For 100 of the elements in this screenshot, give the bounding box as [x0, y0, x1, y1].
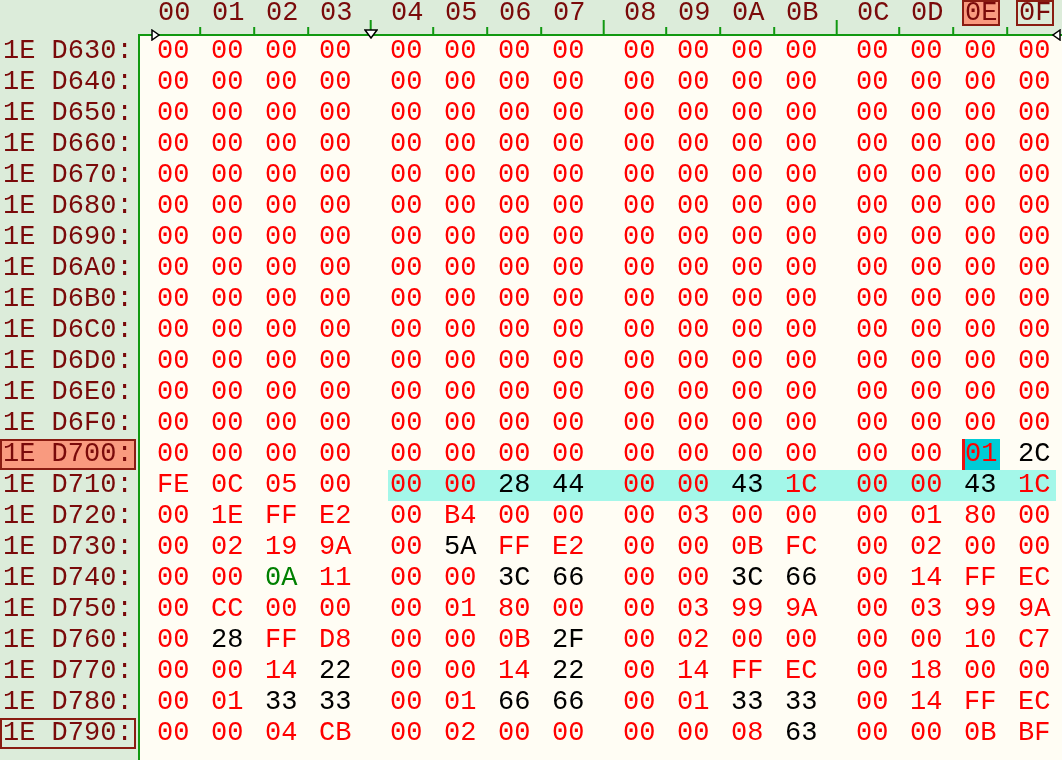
hex-byte: 00	[390, 162, 423, 189]
hex-byte: 00	[390, 317, 423, 344]
hex-byte: 01	[677, 689, 710, 716]
hex-byte: 00	[677, 441, 710, 468]
hex-byte: 00	[498, 38, 531, 65]
row-address: 1E D6E0:	[2, 377, 134, 408]
hex-byte: 33	[319, 689, 352, 716]
hex-byte: 00	[677, 38, 710, 65]
hex-byte: 00	[623, 565, 656, 592]
hex-byte: 00	[265, 441, 298, 468]
hex-byte: 00	[211, 410, 244, 437]
hex-byte: 00	[623, 348, 656, 375]
hex-byte: 00	[265, 100, 298, 127]
hex-byte: 00	[785, 193, 818, 220]
hex-byte: 02	[444, 720, 477, 747]
hex-byte: 00	[552, 131, 585, 158]
triangle-right-icon[interactable]	[151, 29, 160, 41]
hex-byte: 00	[552, 255, 585, 282]
hex-byte: 00	[1018, 317, 1051, 344]
hex-byte: 00	[910, 100, 943, 127]
hex-byte: 00	[677, 410, 710, 437]
hex-byte: 00	[157, 193, 190, 220]
column-header: 0F	[1016, 0, 1055, 26]
hex-byte: 00	[552, 410, 585, 437]
hex-byte: 22	[552, 658, 585, 685]
hex-byte: 08	[731, 720, 764, 747]
hex-byte: 0B	[498, 627, 531, 654]
hex-byte: 00	[498, 410, 531, 437]
hex-byte: 00	[498, 131, 531, 158]
hex-byte: 00	[623, 379, 656, 406]
hex-byte: 00	[157, 69, 190, 96]
column-header: 0E	[962, 0, 1001, 26]
triangle-down-icon[interactable]	[363, 29, 378, 39]
hex-byte: 99	[731, 596, 764, 623]
hex-byte: 00	[390, 720, 423, 747]
row-address: 1E D790:	[0, 718, 136, 749]
hex-byte: 00	[1018, 255, 1051, 282]
hex-byte: 00	[910, 410, 943, 437]
hex-byte: FF	[731, 658, 764, 685]
row-address: 1E D720:	[2, 501, 134, 532]
hex-byte: 00	[211, 131, 244, 158]
hex-byte: 00	[677, 131, 710, 158]
hex-byte: 00	[785, 69, 818, 96]
row-address: 1E D710:	[2, 470, 134, 501]
hex-byte: 00	[390, 689, 423, 716]
hex-byte: 00	[910, 379, 943, 406]
hex-byte: 9A	[319, 534, 352, 561]
hex-byte: 00	[731, 100, 764, 127]
row-address: 1E D6C0:	[2, 315, 134, 346]
hex-byte: 00	[1018, 38, 1051, 65]
hex-byte: 00	[731, 224, 764, 251]
hex-byte: 66	[552, 565, 585, 592]
hex-byte: 00	[390, 348, 423, 375]
hex-byte: 00	[390, 596, 423, 623]
hex-byte: EC	[785, 658, 818, 685]
hex-byte: 00	[910, 224, 943, 251]
hex-byte: 00	[211, 255, 244, 282]
triangle-left-icon[interactable]	[1052, 29, 1061, 41]
hex-byte: 00	[157, 162, 190, 189]
hex-byte: 00	[157, 534, 190, 561]
hex-byte: 00	[552, 193, 585, 220]
hex-byte: 00	[623, 255, 656, 282]
column-header: 0D	[910, 0, 945, 26]
hex-byte: B4	[444, 503, 477, 530]
hex-byte: 00	[1018, 534, 1051, 561]
hex-byte: 00	[390, 565, 423, 592]
hex-byte: 00	[731, 255, 764, 282]
hex-byte: BF	[1018, 720, 1051, 747]
hex-byte: 1C	[785, 472, 818, 499]
row-address: 1E D690:	[2, 222, 134, 253]
hex-byte: 00	[552, 441, 585, 468]
hex-byte: 00	[856, 627, 889, 654]
hex-byte: 00	[157, 286, 190, 313]
hex-byte: 01	[211, 689, 244, 716]
hex-byte: 00	[785, 162, 818, 189]
row-address: 1E D760:	[2, 625, 134, 656]
hex-byte: 00	[677, 255, 710, 282]
hex-byte: 00	[785, 441, 818, 468]
hex-byte: 00	[1018, 131, 1051, 158]
hex-byte: 66	[498, 689, 531, 716]
hex-byte: 00	[444, 255, 477, 282]
hex-byte: 00	[785, 348, 818, 375]
hex-byte: 33	[731, 689, 764, 716]
hex-byte: 00	[785, 224, 818, 251]
hex-byte: 00	[390, 224, 423, 251]
column-header: 0C	[856, 0, 891, 26]
hex-byte: 00	[677, 100, 710, 127]
row-address: 1E D780:	[2, 687, 134, 718]
hex-byte: 44	[552, 472, 585, 499]
hex-byte: 00	[157, 565, 190, 592]
hex-byte: 00	[157, 503, 190, 530]
hex-byte: 00	[157, 131, 190, 158]
hex-byte: 00	[623, 224, 656, 251]
hex-byte: 00	[856, 224, 889, 251]
hex-byte: 28	[211, 627, 244, 654]
row-address: 1E D6A0:	[2, 253, 134, 284]
hex-byte: 03	[677, 596, 710, 623]
hex-byte: 43	[731, 472, 764, 499]
hex-byte: 00	[623, 472, 656, 499]
hex-byte: 00	[390, 286, 423, 313]
